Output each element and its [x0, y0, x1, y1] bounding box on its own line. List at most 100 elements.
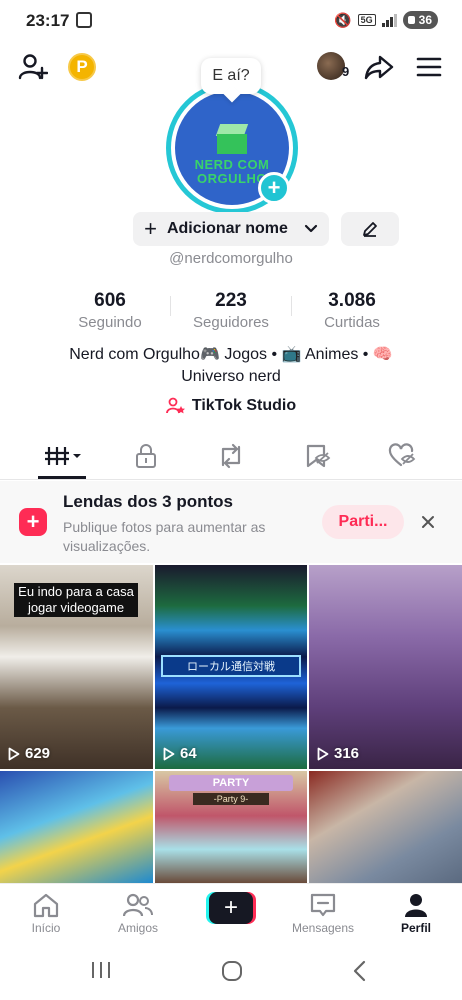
- nav-label: Mensagens: [291, 921, 355, 935]
- bottom-navigation: Início Amigos + Mensagens Perfil: [0, 883, 462, 941]
- tiktok-studio-link[interactable]: TikTok Studio: [0, 397, 462, 415]
- share-arrow-icon: [364, 55, 394, 80]
- content-tabs: [0, 432, 462, 480]
- profile-icon: [405, 894, 427, 917]
- inbox-icon: [310, 893, 336, 917]
- studio-user-icon: [165, 397, 185, 414]
- grid-videos-icon: [45, 447, 81, 465]
- stat-likes[interactable]: 3.086 Curtidas: [292, 290, 412, 331]
- game-banner: PARTY: [169, 775, 293, 791]
- view-count-value: 64: [180, 745, 197, 762]
- tab-favorites[interactable]: [271, 432, 363, 480]
- stat-followers[interactable]: 223 Seguidores: [171, 290, 291, 331]
- back-button[interactable]: [350, 960, 370, 982]
- stat-value: 606: [94, 290, 126, 311]
- status-icons: 🔇 5G 36: [334, 11, 438, 29]
- play-icon: [163, 747, 175, 760]
- plus-icon: +: [209, 892, 253, 924]
- view-count: 316: [317, 745, 359, 762]
- signal-icon: [381, 13, 397, 27]
- video-caption: Eu indo para a casa jogar videogame: [14, 583, 138, 617]
- view-count: 629: [8, 745, 50, 762]
- notification-avatar[interactable]: [317, 52, 345, 80]
- video-grid: Eu indo para a casa jogar videogame 629 …: [0, 565, 462, 883]
- bookmark-hidden-icon: [306, 444, 331, 468]
- active-tab-indicator: [38, 476, 86, 479]
- nav-label: Perfil: [400, 921, 431, 935]
- recent-apps-icon: [92, 962, 110, 978]
- nav-home[interactable]: Início: [0, 884, 92, 942]
- game-banner: ローカル通信対戦: [161, 655, 301, 677]
- notification-count: 9: [342, 64, 350, 79]
- add-name-button[interactable]: + Adicionar nome: [133, 212, 329, 246]
- tab-private[interactable]: [100, 432, 192, 480]
- stat-label: Curtidas: [324, 314, 380, 331]
- profile-bio: Nerd com Orgulho🎮 Jogos • 📺 Animes • 🧠 U…: [69, 346, 393, 385]
- view-count-value: 316: [334, 745, 360, 762]
- stat-label: Seguindo: [78, 314, 142, 331]
- add-user-icon: [18, 54, 48, 80]
- coin-button[interactable]: P: [68, 53, 96, 81]
- video-tile[interactable]: Eu indo para a casa jogar videogame 629: [0, 565, 153, 769]
- cube-logo-icon: [215, 124, 249, 154]
- home-system-button[interactable]: [220, 960, 244, 982]
- hamburger-menu-icon: [416, 57, 442, 77]
- video-tile[interactable]: [309, 771, 462, 883]
- add-post-icon: +: [19, 508, 47, 536]
- nav-label: Início: [31, 921, 61, 935]
- promo-subtitle: Publique fotos para aumentar as visualiz…: [63, 519, 266, 554]
- play-icon: [8, 747, 20, 760]
- back-arrow-icon: [353, 960, 366, 982]
- tab-liked[interactable]: [356, 432, 448, 480]
- studio-label: TikTok Studio: [191, 397, 297, 414]
- tab-reposts[interactable]: [185, 432, 277, 480]
- video-tile[interactable]: ローカル通信対戦 64: [155, 565, 307, 769]
- video-tile[interactable]: PARTY -Party 9-: [155, 771, 307, 883]
- add-avatar-button[interactable]: +: [258, 172, 290, 204]
- battery-indicator: 36: [402, 11, 438, 29]
- stat-following[interactable]: 606 Seguindo: [50, 290, 170, 331]
- create-post-button[interactable]: +: [206, 892, 256, 924]
- nav-label: Amigos: [117, 921, 158, 935]
- nav-messages[interactable]: Mensagens: [277, 884, 369, 942]
- recent-apps-button[interactable]: [88, 960, 114, 980]
- chevron-down-icon: [304, 224, 317, 233]
- stat-value: 223: [215, 290, 247, 311]
- close-icon: [422, 516, 434, 528]
- video-tile[interactable]: [0, 771, 153, 883]
- tab-videos[interactable]: [16, 432, 108, 480]
- edit-profile-button[interactable]: [341, 212, 399, 246]
- nav-friends[interactable]: Amigos: [92, 884, 184, 942]
- promo-title: Lendas dos 3 pontos: [63, 492, 234, 511]
- promo-close-button[interactable]: [417, 511, 439, 533]
- system-navigation: [0, 942, 462, 1000]
- view-count: 64: [163, 745, 197, 762]
- add-name-label: Adicionar nome: [166, 220, 288, 237]
- repost-icon: [221, 443, 241, 469]
- add-friend-button[interactable]: [16, 50, 50, 84]
- menu-button[interactable]: [412, 50, 446, 84]
- share-button[interactable]: [362, 50, 396, 84]
- mute-icon: 🔇: [334, 11, 352, 28]
- network-type: 5G: [357, 14, 376, 26]
- plus-icon: +: [144, 216, 157, 241]
- screen-record-icon: [76, 12, 92, 28]
- status-bar: 23:17 🔇 5G 36: [0, 0, 462, 44]
- game-subbanner: -Party 9-: [193, 793, 269, 805]
- lock-icon: [136, 444, 156, 468]
- friends-icon: [123, 893, 153, 917]
- play-icon: [317, 747, 329, 760]
- view-count-value: 629: [25, 745, 51, 762]
- nav-profile[interactable]: Perfil: [370, 884, 462, 942]
- promo-participate-button[interactable]: Parti...: [322, 505, 404, 539]
- status-bubble[interactable]: E aí?: [201, 58, 261, 94]
- profile-stats: 606 Seguindo 223 Seguidores 3.086 Curtid…: [0, 290, 462, 334]
- home-icon: [33, 893, 59, 918]
- pencil-icon: [363, 222, 377, 237]
- status-time: 23:17: [26, 11, 70, 30]
- stat-value: 3.086: [328, 290, 376, 311]
- video-tile[interactable]: 316: [309, 565, 462, 769]
- heart-hidden-icon: [388, 443, 416, 467]
- stat-label: Seguidores: [193, 314, 269, 331]
- username: @nerdcomorgulho: [169, 250, 293, 267]
